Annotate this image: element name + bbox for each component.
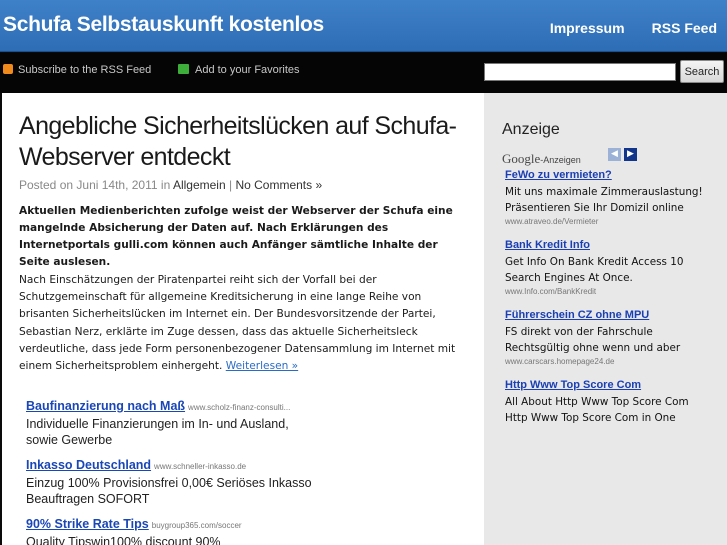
rss-subscribe-label: Subscribe to the RSS Feed (18, 64, 152, 76)
content-ad: 90% Strike Rate Tips buygroup365.com/socc… (26, 513, 326, 545)
sidebar-ad-title[interactable]: Bank Kredit Info (505, 237, 705, 253)
meta-separator: | (228, 178, 233, 192)
sidebar-ad-description: All About Http Www Top Score Com Http Ww… (505, 396, 689, 424)
rss-icon (3, 64, 13, 74)
post-lead: Aktuellen Medienberichten zufolge weist … (19, 205, 453, 268)
ad-title[interactable]: Baufinanzierung nach Maß (26, 399, 185, 413)
content-ad: Baufinanzierung nach Maß www.scholz-finan… (26, 395, 326, 448)
ad-url[interactable]: buygroup365.com/soccer (152, 521, 242, 530)
main-content: Angebliche Sicherheitslücken auf Schufa-… (2, 93, 484, 545)
sidebar-ad-description: Mit uns maximale Zimmerauslastung! Präse… (505, 186, 703, 214)
favorites-icon (178, 64, 189, 74)
nav-rss-feed[interactable]: RSS Feed (652, 20, 717, 36)
ad-description: Individuelle Finanzierungen im In- und A… (26, 417, 289, 447)
read-more-link[interactable]: Weiterlesen » (226, 360, 298, 372)
ad-description: Quality Tipswin100% discount 90% (26, 535, 221, 545)
ad-description: Einzug 100% Provisionsfrei 0,00€ Seriöse… (26, 476, 312, 506)
posted-prefix: Posted on (19, 178, 74, 192)
ad-url[interactable]: www.scholz-finanz-consulti... (188, 403, 290, 412)
nav-impressum[interactable]: Impressum (550, 20, 625, 36)
sidebar-ad-url[interactable]: www.Info.com/BankKredit (505, 286, 705, 297)
post-body: Nach Einschätzungen der Piratenpartei re… (19, 272, 464, 375)
sidebar-ad-title[interactable]: Http Www Top Score Com (505, 377, 705, 393)
sidebar-ad: Http Www Top Score Com All About Http Ww… (505, 377, 705, 426)
content-ads: Baufinanzierung nach Maß www.scholz-finan… (26, 395, 326, 545)
next-arrow-icon[interactable]: ▶ (624, 148, 637, 161)
in-word: in (160, 178, 171, 192)
anzeigen-label: -Anzeigen (540, 155, 581, 165)
prev-arrow-icon[interactable]: ◀ (608, 148, 621, 161)
add-favorites-link[interactable]: Add to your Favorites (178, 64, 300, 76)
sidebar: Anzeige Google-Anzeigen ◀ ▶ FeWo zu verm… (484, 93, 727, 545)
post-meta: Posted on Juni 14th, 2011 in Allgemein |… (19, 178, 322, 192)
category-link[interactable]: Allgemein (173, 178, 226, 192)
add-favorites-label: Add to your Favorites (195, 64, 300, 76)
site-title[interactable]: Schufa Selbstauskunft kostenlos (3, 13, 324, 37)
sidebar-ad-url[interactable]: www.atraveo.de/Vermieter (505, 216, 705, 227)
comments-link[interactable]: No Comments » (235, 178, 322, 192)
sidebar-ad-url[interactable]: www.carscars.homepage24.de (505, 356, 705, 367)
post-date: Juni 14th, 2011 (76, 178, 158, 192)
site-header: Schufa Selbstauskunft kostenlos Impressu… (0, 0, 727, 52)
sidebar-ad-description: FS direkt von der Fahrschule Rechtsgülti… (505, 326, 681, 354)
sidebar-ad-title[interactable]: FeWo zu vermieten? (505, 167, 705, 183)
top-nav: Impressum RSS Feed (528, 18, 717, 37)
rss-subscribe-link[interactable]: Subscribe to the RSS Feed (3, 64, 151, 76)
ad-title[interactable]: Inkasso Deutschland (26, 458, 151, 472)
post-body-text: Nach Einschätzungen der Piratenpartei re… (19, 274, 456, 373)
search-input[interactable] (484, 63, 676, 81)
google-logo: Google (502, 151, 541, 166)
sidebar-ad: Bank Kredit Info Get Info On Bank Kredit… (505, 237, 705, 297)
content-ad: Inkasso Deutschland www.schneller-inkasso… (26, 454, 326, 507)
post-title[interactable]: Angebliche Sicherheitslücken auf Schufa-… (19, 111, 459, 173)
sidebar-ad-title[interactable]: Führerschein CZ ohne MPU (505, 307, 705, 323)
sidebar-ad-description: Get Info On Bank Kredit Access 10 Search… (505, 256, 684, 284)
google-ads-label[interactable]: Google-Anzeigen (502, 148, 581, 167)
search-button[interactable]: Search (680, 60, 724, 83)
sidebar-ad: Führerschein CZ ohne MPU FS direkt von d… (505, 307, 705, 367)
sidebar-ad: FeWo zu vermieten? Mit uns maximale Zimm… (505, 167, 705, 227)
sidebar-ads: FeWo zu vermieten? Mit uns maximale Zimm… (505, 167, 705, 436)
ad-title[interactable]: 90% Strike Rate Tips (26, 517, 149, 531)
sidebar-title: Anzeige (502, 121, 560, 138)
ad-url[interactable]: www.schneller-inkasso.de (154, 462, 246, 471)
